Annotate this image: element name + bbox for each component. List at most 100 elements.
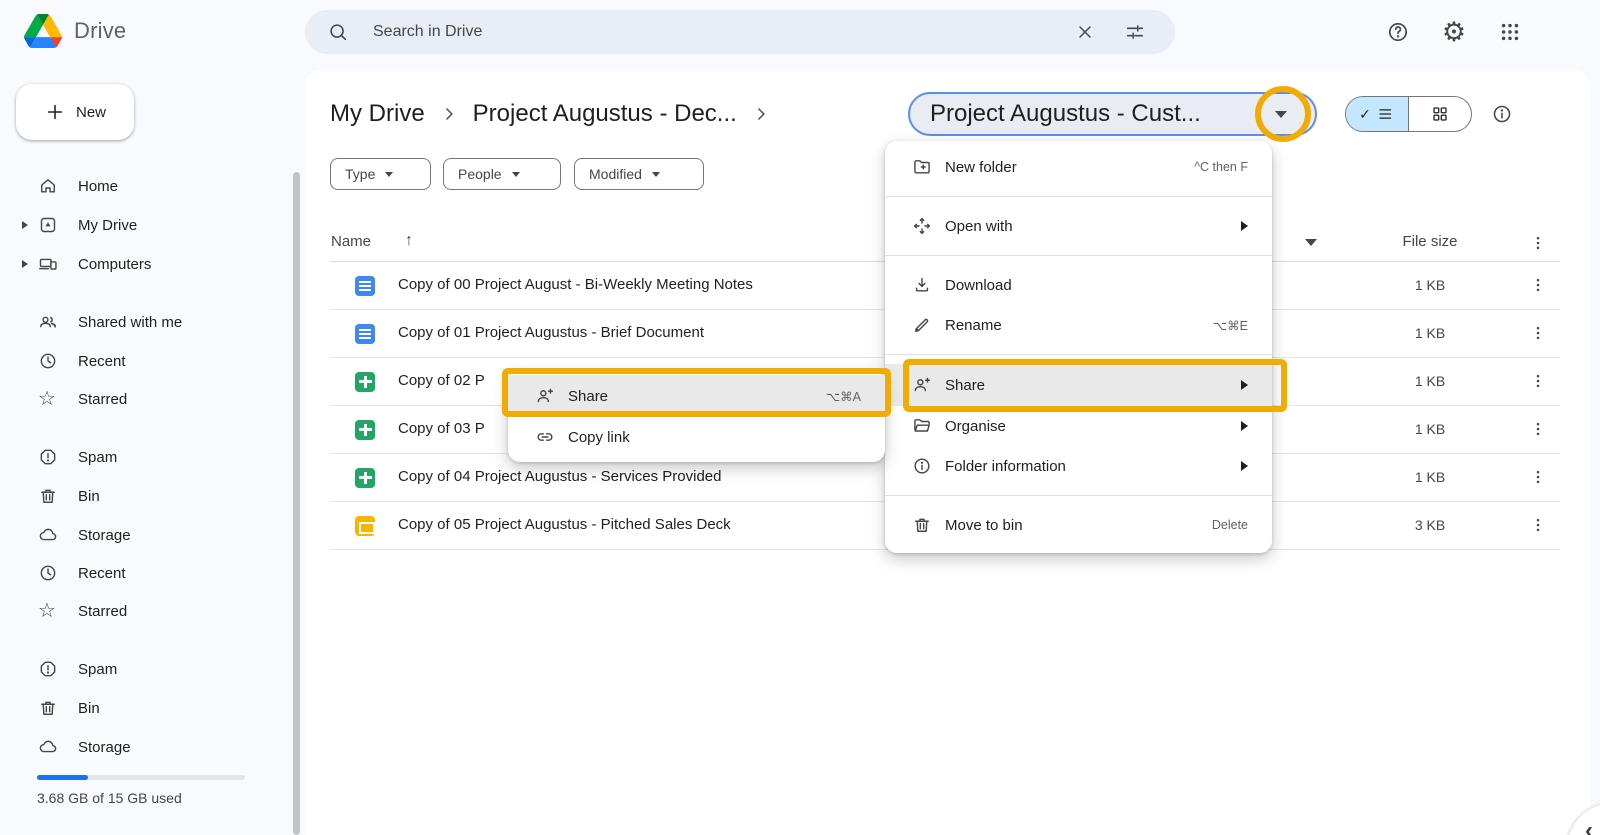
filter-chip-type[interactable]: Type (330, 158, 431, 190)
sidebar-item-home[interactable]: Home (0, 167, 280, 205)
breadcrumb-parent-folder[interactable]: Project Augustus - Dec... (473, 100, 737, 128)
sheets-file-icon (355, 372, 375, 392)
row-more-options-icon[interactable] (1529, 467, 1547, 492)
sidebar-item-starred-2[interactable]: ☆ Starred (0, 592, 280, 630)
sidebar-item-recent-2[interactable]: Recent (0, 554, 280, 592)
advanced-search-icon[interactable] (1117, 14, 1153, 50)
search-input[interactable] (373, 23, 1067, 41)
expand-arrow-icon[interactable] (22, 221, 28, 229)
menu-item-folder-information[interactable]: Folder information (885, 446, 1272, 486)
menu-item-rename[interactable]: Rename ⌥⌘E (885, 305, 1272, 345)
breadcrumb: My Drive Project Augustus - Dec... Proje… (330, 92, 785, 136)
details-info-icon[interactable] (1491, 103, 1513, 125)
menu-item-organise[interactable]: Organise (885, 406, 1272, 446)
spam-icon (38, 659, 58, 679)
brand-title: Drive (74, 18, 126, 44)
menu-divider (885, 354, 1272, 355)
apps-grid-icon[interactable] (1490, 12, 1530, 52)
submenu-arrow-icon (1241, 380, 1248, 390)
sheets-file-icon (355, 468, 375, 488)
cloud-icon (38, 525, 58, 545)
sidebar-item-spam[interactable]: Spam (0, 438, 280, 476)
drive-logo-icon (24, 14, 62, 48)
folder-menu-caret-icon[interactable] (1275, 111, 1287, 118)
menu-item-share[interactable]: Share (885, 364, 1272, 406)
star-icon: ☆ (38, 601, 58, 621)
row-more-options-icon[interactable] (1529, 371, 1547, 396)
menu-item-download[interactable]: Download (885, 265, 1272, 305)
sidebar-item-computers[interactable]: Computers (0, 245, 280, 283)
menu-divider (885, 255, 1272, 256)
menu-item-move-to-bin[interactable]: Move to bin Delete (885, 505, 1272, 545)
list-view-button[interactable]: ✓ (1346, 97, 1409, 131)
settings-gear-icon[interactable]: ⚙ (1434, 12, 1474, 52)
organise-folder-icon (912, 416, 932, 436)
row-more-options-icon[interactable] (1529, 323, 1547, 348)
sheets-file-icon (355, 420, 375, 440)
sidebar-item-storage[interactable]: Storage (0, 516, 280, 554)
plus-icon (44, 101, 66, 123)
clock-icon (38, 351, 58, 371)
sidebar-item-starred[interactable]: ☆ Starred (0, 380, 280, 418)
submenu-item-copy-link[interactable]: Copy link (508, 417, 885, 457)
link-icon (535, 427, 555, 447)
menu-divider (885, 196, 1272, 197)
check-icon: ✓ (1359, 106, 1371, 123)
person-add-icon (912, 375, 932, 395)
list-lines-icon (1377, 105, 1395, 123)
chevron-right-icon (439, 104, 459, 124)
sidebar-item-bin-2[interactable]: Bin (0, 689, 280, 727)
row-more-options-icon[interactable] (1529, 515, 1547, 540)
submenu-arrow-icon (1241, 421, 1248, 431)
row-more-options-icon[interactable] (1529, 419, 1547, 444)
sidebar-item-shared-with-me[interactable]: Shared with me (0, 303, 280, 341)
open-with-icon (912, 216, 932, 236)
menu-item-new-folder[interactable]: New folder ^C then F (885, 147, 1272, 187)
row-more-options-icon[interactable] (1529, 275, 1547, 300)
sidebar-item-my-drive[interactable]: My Drive (0, 206, 280, 244)
search-bar[interactable] (305, 10, 1175, 54)
grid-icon (1431, 105, 1449, 123)
breadcrumb-current-folder[interactable]: Project Augustus - Cust... (908, 92, 1317, 136)
new-button[interactable]: New (16, 84, 134, 140)
grid-view-button[interactable] (1409, 97, 1471, 131)
new-folder-icon (912, 157, 932, 177)
computers-icon (38, 254, 58, 274)
sort-ascending-icon[interactable]: ↑ (405, 232, 413, 250)
download-icon (912, 275, 932, 295)
help-icon[interactable] (1378, 12, 1418, 52)
search-icon (327, 21, 349, 43)
rename-pencil-icon (912, 315, 932, 335)
share-submenu: Share ⌥⌘A Copy link (508, 370, 885, 462)
storage-usage-text: 3.68 GB of 15 GB used (37, 790, 182, 806)
slides-file-icon (355, 516, 375, 536)
filter-chip-people[interactable]: People (443, 158, 561, 190)
breadcrumb-my-drive[interactable]: My Drive (330, 100, 425, 128)
folder-context-menu: New folder ^C then F Open with Download … (885, 141, 1272, 553)
star-icon: ☆ (38, 389, 58, 409)
menu-divider (885, 495, 1272, 496)
column-options-icon[interactable] (1529, 233, 1547, 258)
chevron-down-icon (512, 172, 520, 177)
submenu-item-share[interactable]: Share ⌥⌘A (508, 375, 885, 417)
column-sort-caret-icon[interactable] (1305, 239, 1317, 246)
sidebar-scrollbar[interactable] (293, 172, 300, 835)
my-drive-icon (38, 215, 58, 235)
clear-search-icon[interactable] (1067, 14, 1103, 50)
drive-brand[interactable]: Drive (24, 14, 126, 48)
sidebar-item-spam-2[interactable]: Spam (0, 650, 280, 688)
filter-chip-modified[interactable]: Modified (574, 158, 704, 190)
menu-item-open-with[interactable]: Open with (885, 206, 1272, 246)
spam-icon (38, 447, 58, 467)
name-column-header[interactable]: Name (331, 233, 371, 250)
expand-arrow-icon[interactable] (22, 260, 28, 268)
person-add-icon (535, 386, 555, 406)
trash-icon (912, 515, 932, 535)
sidebar-item-recent[interactable]: Recent (0, 342, 280, 380)
sidebar-item-bin[interactable]: Bin (0, 477, 280, 515)
docs-file-icon (355, 276, 375, 296)
file-size-column-header[interactable]: File size (1390, 233, 1470, 250)
clock-icon (38, 563, 58, 583)
sidebar-item-storage-2[interactable]: Storage (0, 728, 280, 766)
chevron-right-icon (751, 104, 771, 124)
